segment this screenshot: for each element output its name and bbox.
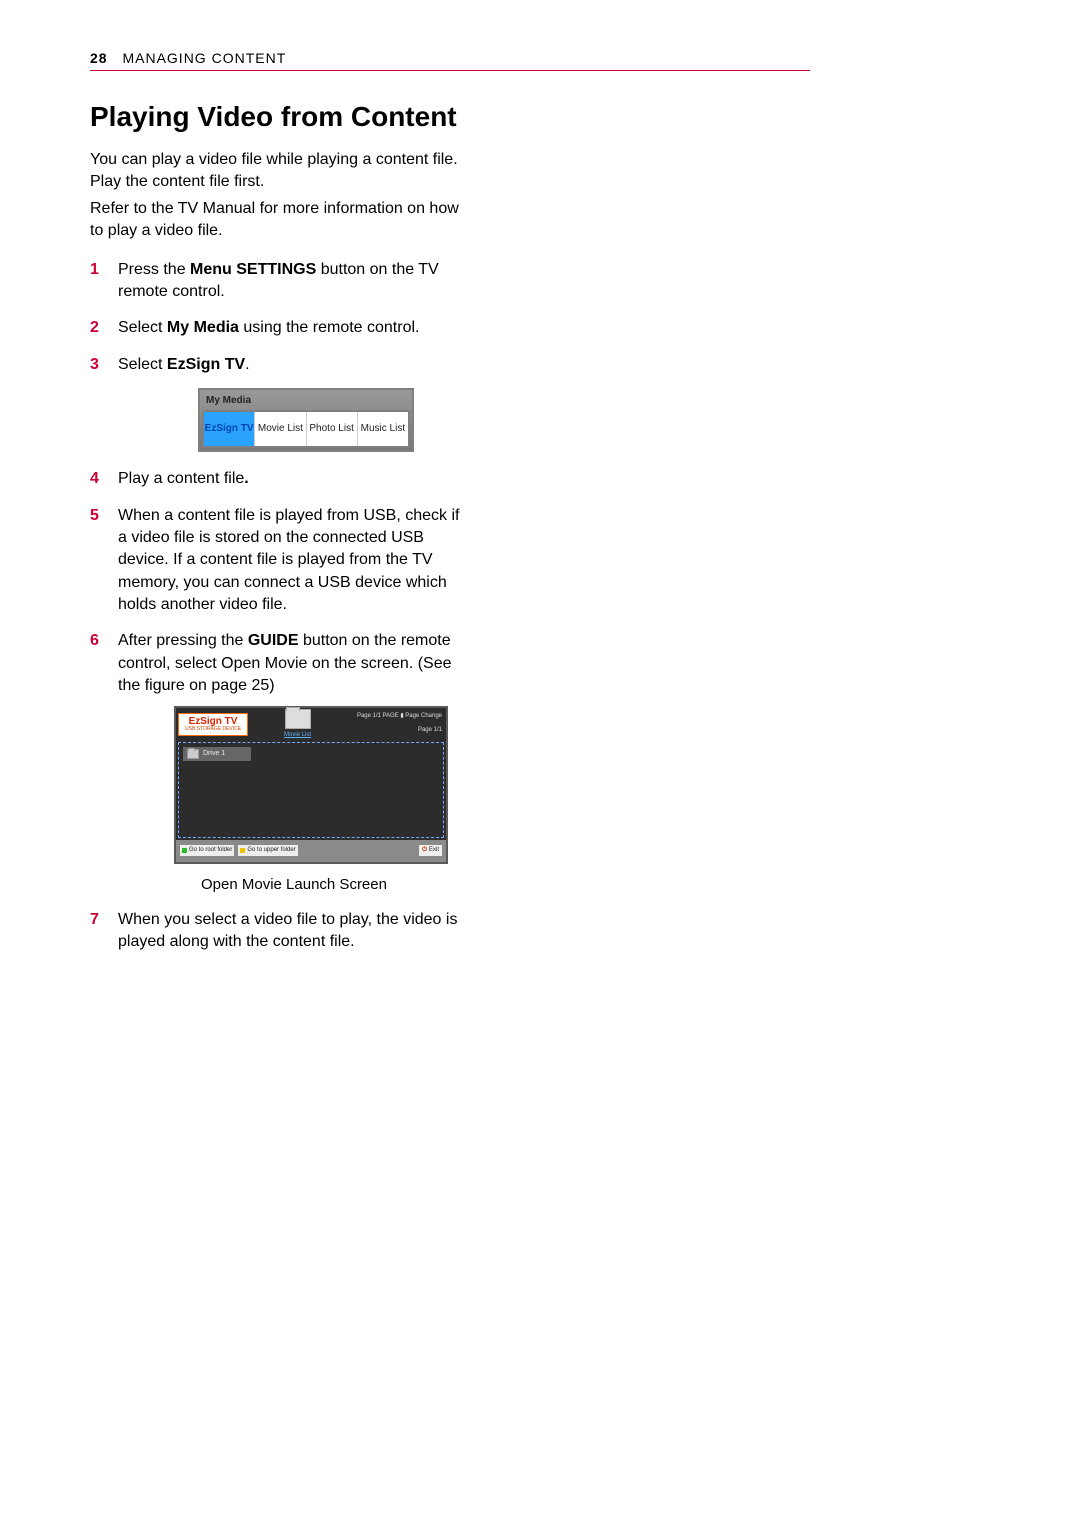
go-to-upper-button[interactable]: Go to upper folder — [238, 845, 297, 855]
badge-subtitle: USB STORAGE DEVICE — [185, 727, 241, 733]
manual-page: 28 MANAGING CONTENT Playing Video from C… — [0, 0, 900, 1017]
step-number: 2 — [90, 317, 99, 339]
button-label: Exit — [429, 846, 439, 854]
step-text-after: using the remote control. — [239, 319, 420, 336]
step-text: Select — [118, 319, 167, 336]
folder-icon — [187, 749, 199, 759]
step-bold: . — [244, 470, 248, 487]
movie-footer: Go to root folder Go to upper folder ⏻ E… — [176, 840, 446, 862]
figure-caption: Open Movie Launch Screen — [118, 874, 470, 895]
step-bold: GUIDE — [248, 632, 299, 649]
page-indicator-top: Page 1/1 — [357, 712, 381, 720]
mymedia-tabbar: EzSign TV Movie List Photo List Music Li… — [202, 410, 410, 448]
yellow-button-icon — [240, 848, 245, 853]
step-text: After pressing the — [118, 632, 248, 649]
step-number: 7 — [90, 909, 99, 931]
section-title: MANAGING CONTENT — [122, 50, 286, 66]
movie-list-body: Drive 1 — [178, 742, 444, 838]
mymedia-window: My Media EzSign TV Movie List Photo List… — [198, 388, 414, 452]
page-number: 28 — [90, 50, 108, 66]
page-change-hint: PAGE ▮ Page Change — [382, 712, 442, 720]
step-7: 7 When you select a video file to play, … — [90, 909, 470, 954]
step-number: 3 — [90, 354, 99, 376]
drive-item[interactable]: Drive 1 — [183, 747, 251, 761]
step-3: 3 Select EzSign TV. My Media EzSign TV M… — [90, 354, 470, 452]
step-4: 4 Play a content file. — [90, 468, 470, 490]
green-button-icon — [182, 848, 187, 853]
step-bold: EzSign TV — [167, 356, 245, 373]
exit-button[interactable]: ⏻ Exit — [419, 845, 442, 855]
intro-line-2: Refer to the TV Manual for more informat… — [90, 198, 470, 243]
mymedia-title: My Media — [202, 392, 410, 410]
step-text-after: . — [245, 356, 249, 373]
page-header: 28 MANAGING CONTENT — [90, 50, 810, 71]
steps-list: 1 Press the Menu SETTINGS button on the … — [90, 259, 470, 954]
step-1: 1 Press the Menu SETTINGS button on the … — [90, 259, 470, 304]
page-indicator-list: Page 1/1 — [418, 726, 442, 734]
step-text: When a content file is played from USB, … — [118, 507, 459, 614]
step-number: 1 — [90, 259, 99, 281]
intro-line-1: You can play a video file while playing … — [90, 149, 470, 194]
go-to-root-button[interactable]: Go to root folder — [180, 845, 234, 855]
page-title: Playing Video from Content — [90, 101, 470, 133]
step-bold: My Media — [167, 319, 239, 336]
step-6: 6 After pressing the GUIDE button on the… — [90, 630, 470, 894]
folder-icon — [285, 709, 311, 729]
step-text: Press the — [118, 261, 190, 278]
button-label: Go to root folder — [189, 846, 232, 854]
movie-topbar: EzSign TV USB STORAGE DEVICE Movie List … — [176, 708, 446, 742]
tab-ezsign-tv[interactable]: EzSign TV — [204, 412, 255, 446]
button-label: Go to upper folder — [247, 846, 295, 854]
mymedia-figure: My Media EzSign TV Movie List Photo List… — [198, 388, 414, 452]
movie-list-folder[interactable]: Movie List — [284, 709, 311, 739]
step-2: 2 Select My Media using the remote contr… — [90, 317, 470, 339]
step-5: 5 When a content file is played from USB… — [90, 505, 470, 617]
ezsign-badge: EzSign TV USB STORAGE DEVICE — [178, 713, 248, 736]
tab-movie-list[interactable]: Movie List — [255, 412, 306, 446]
intro-text: You can play a video file while playing … — [90, 149, 470, 243]
movie-list-label: Movie List — [284, 731, 311, 739]
step-number: 4 — [90, 468, 99, 490]
step-number: 6 — [90, 630, 99, 652]
tab-photo-list[interactable]: Photo List — [307, 412, 358, 446]
step-bold: Menu SETTINGS — [190, 261, 316, 278]
exit-icon: ⏻ — [422, 846, 427, 854]
drive-label: Drive 1 — [203, 749, 225, 759]
step-text: Select — [118, 356, 167, 373]
tab-music-list[interactable]: Music List — [358, 412, 408, 446]
step-text: When you select a video file to play, th… — [118, 911, 457, 950]
step-text: Play a content file — [118, 470, 244, 487]
content-column: Playing Video from Content You can play … — [90, 101, 470, 953]
step-number: 5 — [90, 505, 99, 527]
open-movie-screen: EzSign TV USB STORAGE DEVICE Movie List … — [174, 706, 448, 864]
